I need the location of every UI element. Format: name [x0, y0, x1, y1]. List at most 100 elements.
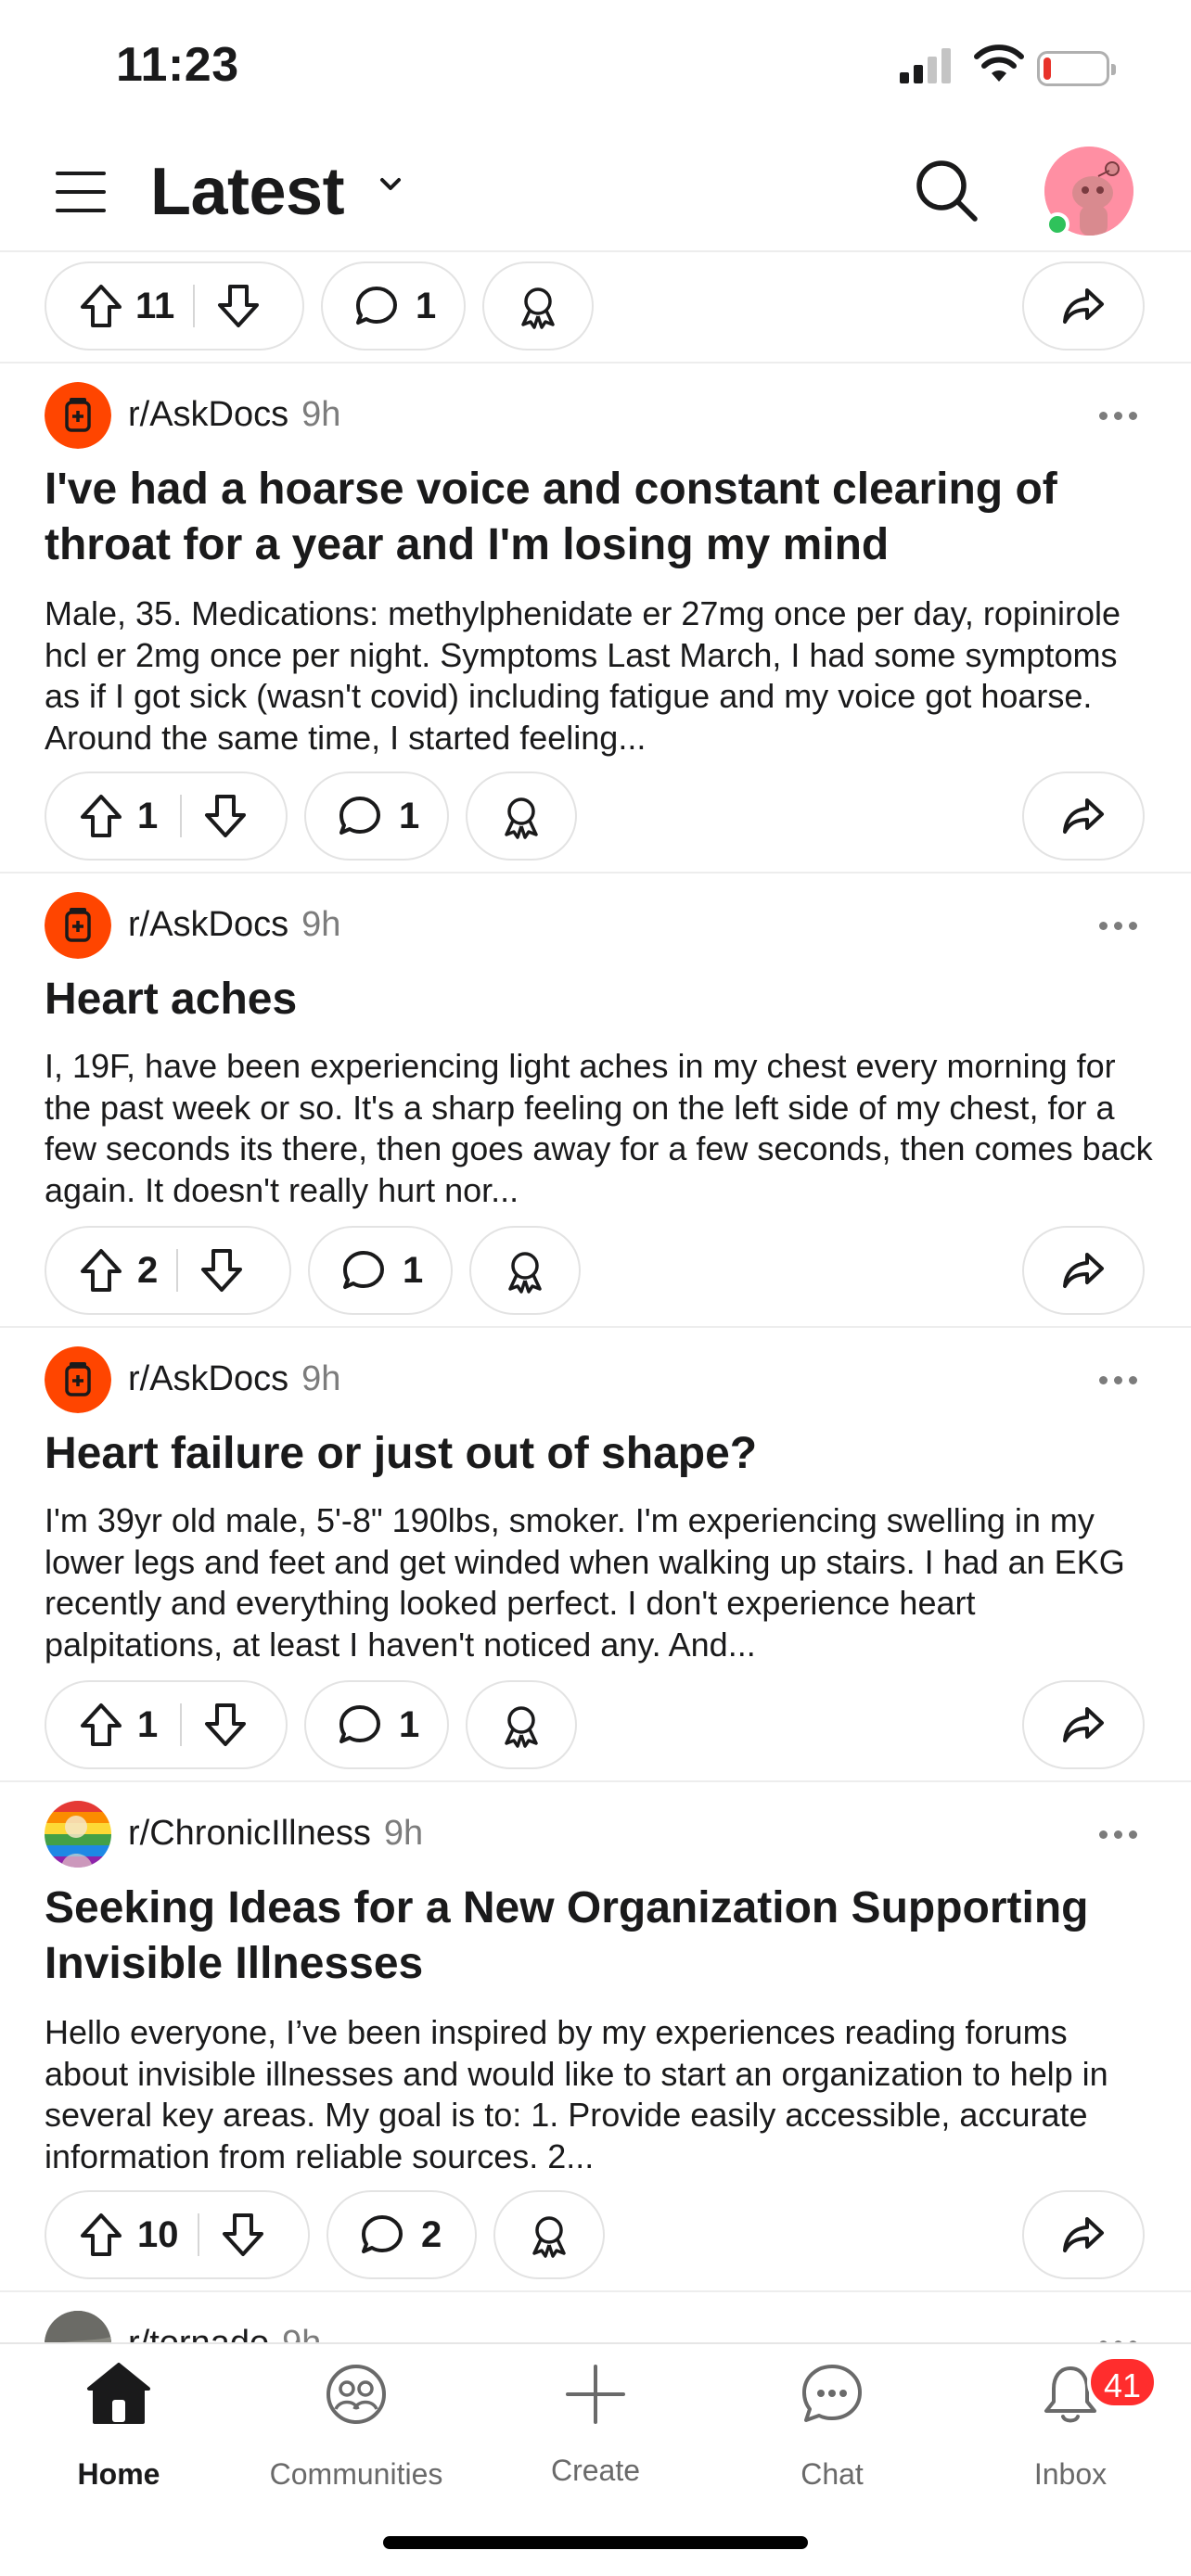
- post-body[interactable]: Male, 35. Medications: methylphenidate e…: [45, 593, 1158, 759]
- post-body[interactable]: I'm 39yr old male, 5'-8" 190lbs, smoker.…: [45, 1500, 1158, 1665]
- post-title[interactable]: I've had a hoarse voice and constant cle…: [45, 462, 1158, 573]
- share-button[interactable]: [1022, 2190, 1145, 2279]
- vote-pill: 2: [45, 1226, 291, 1315]
- post-card[interactable]: r/AskDocs 9h I've had a hoarse voice and …: [0, 382, 1191, 757]
- downvote-icon[interactable]: [202, 1701, 249, 1749]
- more-options-icon[interactable]: [1099, 1830, 1137, 1839]
- post-divider: [0, 362, 1191, 363]
- tab-create-label: Create: [550, 2454, 641, 2487]
- share-button[interactable]: [1022, 261, 1145, 351]
- tab-create[interactable]: Create: [477, 2344, 714, 2487]
- post-title[interactable]: Heart aches: [45, 972, 1158, 1027]
- comments-button[interactable]: 1: [321, 261, 466, 351]
- downvote-icon[interactable]: [220, 2211, 266, 2259]
- subreddit-icon[interactable]: [45, 892, 111, 959]
- more-options-icon[interactable]: [1099, 412, 1137, 420]
- tab-home[interactable]: Home: [0, 2344, 237, 2491]
- tab-inbox[interactable]: Inbox: [952, 2344, 1189, 2491]
- share-icon: [1063, 1707, 1104, 1742]
- upvote-count: 2: [137, 1249, 159, 1291]
- post-card[interactable]: r/ChronicIllness 9h Seeking Ideas for a N…: [0, 1801, 1191, 2175]
- status-time: 11:23: [116, 38, 239, 92]
- post-card[interactable]: r/tornado 9h: [0, 2311, 1191, 2342]
- tab-communities[interactable]: Communities: [237, 2344, 475, 2491]
- share-icon: [1063, 1253, 1104, 1288]
- online-status-dot: [1045, 212, 1069, 236]
- more-options-icon[interactable]: [1099, 922, 1137, 930]
- subreddit-icon[interactable]: [45, 2311, 111, 2342]
- award-icon: [508, 1252, 542, 1294]
- upvote-icon[interactable]: [78, 2211, 124, 2259]
- subreddit-icon[interactable]: [45, 1801, 111, 1868]
- post-body[interactable]: I, 19F, have been experiencing light ach…: [45, 1046, 1158, 1211]
- share-button[interactable]: [1022, 1226, 1145, 1315]
- award-button[interactable]: [466, 1680, 577, 1769]
- subreddit-meta: r/AskDocs 9h: [128, 905, 340, 945]
- post-actions: 1 1: [0, 772, 1191, 861]
- downvote-icon[interactable]: [215, 282, 262, 330]
- post-actions: 11 1: [0, 261, 1191, 351]
- vote-pill: 1: [45, 772, 288, 861]
- menu-icon[interactable]: [56, 172, 106, 212]
- post-title[interactable]: Seeking Ideas for a New Organization Sup…: [45, 1881, 1158, 1992]
- upvote-icon[interactable]: [78, 282, 124, 330]
- upvote-count: 1: [137, 1703, 159, 1745]
- search-icon[interactable]: [914, 158, 980, 224]
- comments-button[interactable]: 1: [304, 1680, 449, 1769]
- share-icon: [1063, 798, 1104, 834]
- comments-button[interactable]: 1: [304, 772, 449, 861]
- more-options-icon[interactable]: [1099, 1376, 1137, 1384]
- subreddit-name[interactable]: r/tornado: [128, 2324, 269, 2342]
- app-header: Latest: [0, 130, 1191, 252]
- chat-icon: [802, 2365, 862, 2422]
- subreddit-meta: r/AskDocs 9h: [128, 395, 340, 435]
- subreddit-icon[interactable]: [45, 1346, 111, 1413]
- tab-chat[interactable]: Chat: [713, 2344, 951, 2491]
- chevron-down-icon[interactable]: [375, 171, 406, 198]
- post-title[interactable]: Heart failure or just out of shape?: [45, 1426, 1158, 1482]
- subreddit-icon[interactable]: [45, 382, 111, 449]
- wifi-icon: [974, 45, 1024, 82]
- plus-icon: [566, 2365, 625, 2424]
- vote-pill: 11: [45, 261, 304, 351]
- award-button[interactable]: [466, 772, 577, 861]
- post-actions: 2 1: [0, 1226, 1191, 1315]
- comment-count: 2: [421, 2213, 442, 2255]
- post-actions: 10 2: [0, 2190, 1191, 2279]
- downvote-icon[interactable]: [202, 792, 249, 840]
- award-icon: [505, 797, 538, 839]
- comment-count: 1: [416, 285, 437, 326]
- subreddit-name[interactable]: r/ChronicIllness: [128, 1814, 371, 1853]
- award-button[interactable]: [482, 261, 594, 351]
- subreddit-name[interactable]: r/AskDocs: [128, 395, 288, 434]
- comment-icon: [356, 287, 397, 325]
- upvote-icon[interactable]: [78, 1701, 124, 1749]
- share-icon: [1063, 288, 1104, 324]
- post-card[interactable]: r/AskDocs 9h Heart aches I, 19F, have bee…: [0, 892, 1191, 1209]
- feed-sort-title[interactable]: Latest: [150, 154, 345, 230]
- comment-icon: [362, 2215, 403, 2253]
- tab-inbox-label: Inbox: [1033, 2457, 1108, 2491]
- share-button[interactable]: [1022, 772, 1145, 861]
- share-button[interactable]: [1022, 1680, 1145, 1769]
- downvote-icon[interactable]: [198, 1246, 245, 1294]
- cellular-signal-icon: [900, 48, 951, 83]
- post-divider: [0, 1326, 1191, 1328]
- post-body[interactable]: Hello everyone, I’ve been inspired by my…: [45, 2012, 1158, 2177]
- comments-button[interactable]: 1: [308, 1226, 453, 1315]
- upvote-icon[interactable]: [78, 1246, 124, 1294]
- post-divider: [0, 2290, 1191, 2292]
- award-button[interactable]: [493, 2190, 605, 2279]
- post-age: 9h: [301, 905, 341, 944]
- comments-button[interactable]: 2: [327, 2190, 477, 2279]
- comment-count: 1: [399, 1703, 420, 1745]
- upvote-icon[interactable]: [78, 792, 124, 840]
- post-card[interactable]: r/AskDocs 9h Heart failure or just out of…: [0, 1346, 1191, 1665]
- home-indicator[interactable]: [383, 2536, 808, 2549]
- post-age: 9h: [301, 1359, 341, 1398]
- subreddit-name[interactable]: r/AskDocs: [128, 1359, 288, 1398]
- award-button[interactable]: [469, 1226, 581, 1315]
- subreddit-name[interactable]: r/AskDocs: [128, 905, 288, 944]
- post-feed[interactable]: 11 1 r/AskDocs 9h I've had a hoarse voice…: [0, 252, 1191, 2342]
- award-icon: [505, 1706, 538, 1748]
